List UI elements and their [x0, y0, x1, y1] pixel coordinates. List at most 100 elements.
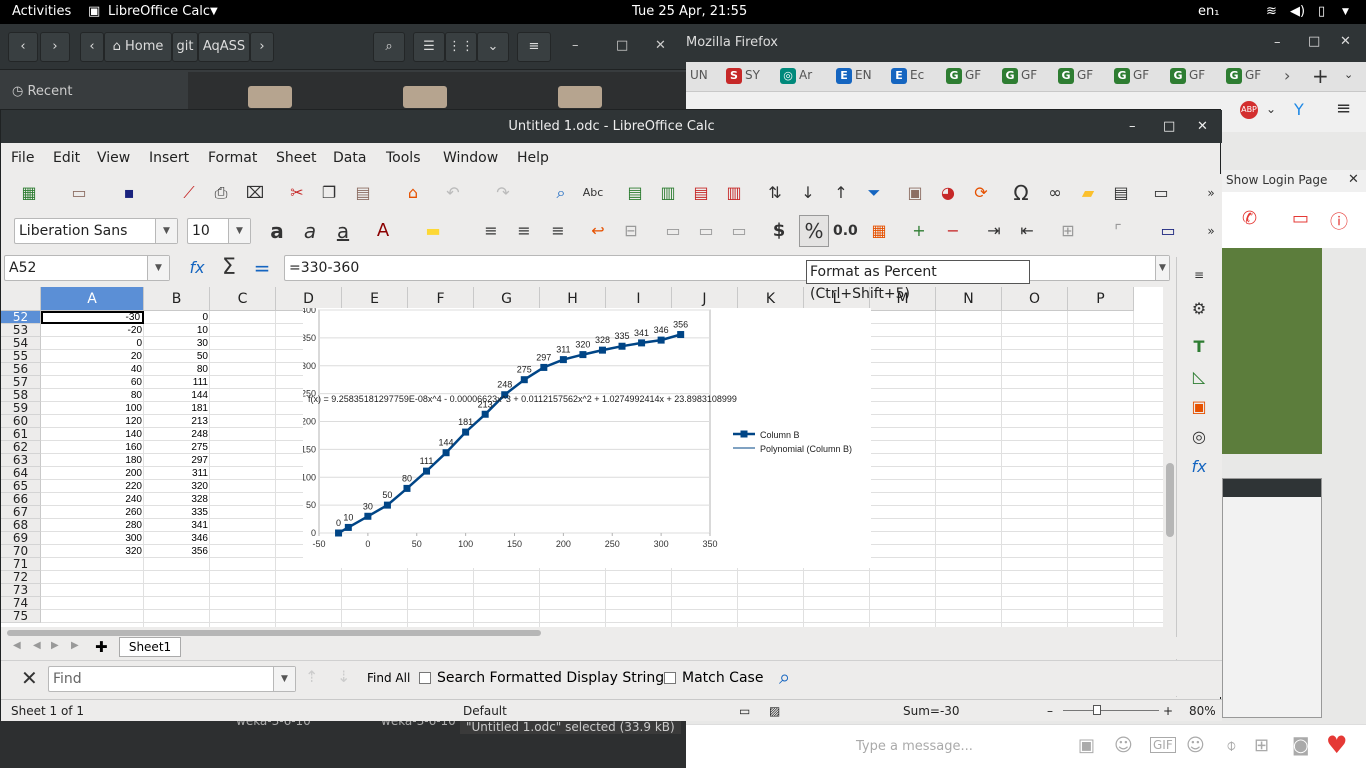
align-middle-icon[interactable]: ▭ [694, 219, 718, 243]
close-find-icon[interactable]: ✕ [21, 666, 38, 690]
camera-icon[interactable]: ◙ [1292, 735, 1309, 756]
cell-b[interactable]: 341 [144, 519, 210, 532]
minimize-icon[interactable]: – [572, 38, 579, 53]
last-sheet-icon[interactable]: ▶ [71, 640, 79, 651]
highlight-icon[interactable]: ▬ [421, 219, 445, 243]
special-character-icon[interactable]: Ω [1009, 181, 1033, 205]
maximize-icon[interactable]: □ [616, 38, 628, 53]
volume-icon[interactable]: ◀) [1290, 4, 1305, 19]
browser-tab[interactable]: G GF [1226, 68, 1274, 86]
vertical-scrollbar[interactable] [1164, 287, 1176, 627]
minimize-icon[interactable]: – [1129, 110, 1136, 143]
clone-formatting-icon[interactable]: ⌂ [401, 181, 425, 205]
search-formatted-checkbox[interactable] [419, 672, 431, 684]
cell-a[interactable]: 160 [41, 441, 144, 454]
cell-a[interactable]: 280 [41, 519, 144, 532]
column-header[interactable]: N [936, 287, 1002, 311]
bold-icon[interactable]: a [265, 219, 289, 243]
folder-icon[interactable] [403, 86, 447, 108]
search-formatted-option[interactable]: Search Formatted Display String [419, 670, 664, 686]
match-case-checkbox[interactable] [664, 672, 676, 684]
close-icon[interactable]: ✕ [1348, 172, 1359, 187]
show-login-page-button[interactable]: Show Login Page [1226, 173, 1327, 187]
menu-window[interactable]: Window [443, 150, 498, 166]
folder-icon[interactable] [248, 86, 292, 108]
cell-a[interactable]: 180 [41, 454, 144, 467]
menu-file[interactable]: File [11, 150, 34, 166]
activities-button[interactable]: Activities [12, 4, 71, 19]
cell-a[interactable]: 200 [41, 467, 144, 480]
formula-icon[interactable]: = [250, 256, 274, 280]
zoom-slider[interactable] [1063, 710, 1159, 711]
zoom-in-icon[interactable]: + [1163, 704, 1173, 718]
redo-icon[interactable]: ↷ [491, 181, 515, 205]
cut-icon[interactable]: ✂ [285, 181, 309, 205]
extension-icon[interactable]: Y [1294, 100, 1304, 119]
undo-icon[interactable]: ↶ [441, 181, 465, 205]
cell-a[interactable]: 80 [41, 389, 144, 402]
cell-a[interactable]: 100 [41, 402, 144, 415]
next-sheet-icon[interactable]: ▶ [51, 640, 59, 651]
photo-icon[interactable]: ▣ [1078, 735, 1095, 756]
close-icon[interactable]: ✕ [1340, 34, 1351, 49]
path-right-button[interactable]: › [250, 32, 274, 62]
styles-icon[interactable]: T [1187, 335, 1211, 359]
row-header[interactable]: 75 [1, 610, 41, 623]
navigator-icon[interactable]: ◎ [1187, 425, 1211, 449]
horizontal-scroll-thumb[interactable] [7, 630, 541, 636]
browser-tab[interactable]: G GF [1002, 68, 1050, 86]
image-icon[interactable]: ▣ [903, 181, 927, 205]
view-options-chevron-icon[interactable]: ⌄ [477, 32, 509, 62]
cell-a[interactable]: 320 [41, 545, 144, 558]
map-image[interactable] [1222, 248, 1322, 454]
game-icon[interactable]: ⊞ [1254, 735, 1269, 756]
spelling-icon[interactable]: Abc [581, 181, 605, 205]
browser-tab[interactable]: S SY [726, 68, 774, 86]
name-box[interactable]: A52 ▼ [4, 255, 170, 281]
merge-cells-icon[interactable]: ⊟ [619, 219, 643, 243]
cell-a[interactable]: 60 [41, 376, 144, 389]
back-button[interactable]: ‹ [8, 32, 38, 62]
tab-list-chevron-icon[interactable]: ⌄ [1344, 68, 1353, 81]
zoom-level[interactable]: 80% [1189, 704, 1216, 718]
chevron-down-icon[interactable]: ▼ [147, 256, 169, 280]
border-color-icon[interactable]: ▭ [1156, 219, 1180, 243]
info-icon[interactable]: ⓘ [1330, 208, 1348, 234]
align-center-icon[interactable]: ≡ [512, 219, 536, 243]
document-modified-icon[interactable]: ▨ [769, 704, 780, 718]
close-icon[interactable]: ✕ [1197, 110, 1208, 143]
page-style[interactable]: Default [463, 704, 507, 718]
sidebar-item-recent[interactable]: ◷ Recent [12, 84, 72, 99]
cell-a[interactable]: 260 [41, 506, 144, 519]
toolbar-overflow-icon[interactable]: » [1199, 219, 1223, 243]
find-replace-icon[interactable]: ⌕ [549, 181, 573, 205]
gif-icon[interactable]: GIF [1150, 737, 1176, 753]
cell-b[interactable]: 144 [144, 389, 210, 402]
formula-input[interactable]: =330-360 ▼ [284, 255, 1170, 281]
chevron-down-icon[interactable]: ▼ [155, 219, 177, 243]
gallery-icon[interactable]: ▣ [1187, 395, 1211, 419]
delete-decimal-icon[interactable]: − [941, 219, 965, 243]
new-icon[interactable]: ▦ [17, 181, 41, 205]
find-previous-icon[interactable]: ⇡ [305, 667, 318, 686]
align-top-icon[interactable]: ▭ [661, 219, 685, 243]
video-icon[interactable]: ▭ [1292, 208, 1309, 229]
browser-tab[interactable]: G GF [1170, 68, 1218, 86]
number-format-button[interactable]: 0.0 [833, 219, 858, 243]
zoom-out-icon[interactable]: – [1047, 704, 1053, 718]
page-icon[interactable]: ◺ [1187, 365, 1211, 389]
selection-mode-icon[interactable]: ▭ [739, 704, 750, 718]
language-indicator[interactable]: en₁ [1198, 4, 1219, 19]
cell-b[interactable]: 181 [144, 402, 210, 415]
clock[interactable]: Tue 25 Apr, 21:55 [632, 4, 747, 19]
add-sheet-icon[interactable]: ✚ [95, 638, 108, 656]
chart-object[interactable]: 0 50 100 150 200 250 300 350 400 -50 0 50 100 150 200 2… [301, 305, 871, 568]
functions-icon[interactable]: fx [1187, 455, 1211, 479]
minimize-icon[interactable]: – [1274, 35, 1281, 50]
forward-button[interactable]: › [40, 32, 70, 62]
cell-b[interactable]: 30 [144, 337, 210, 350]
browser-tab[interactable]: G GF [1114, 68, 1162, 86]
chevron-down-icon[interactable]: ▼ [1155, 256, 1169, 280]
maximize-icon[interactable]: □ [1308, 34, 1320, 49]
underline-icon[interactable]: a [331, 219, 355, 243]
